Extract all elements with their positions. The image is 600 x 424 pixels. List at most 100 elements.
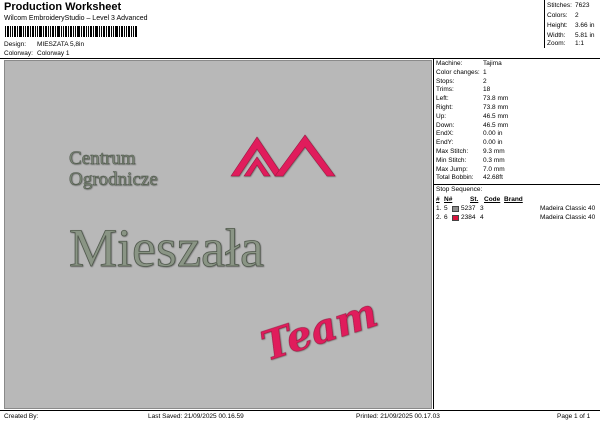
machine-info-value: 73.8 mm (483, 104, 509, 111)
page-number: Page 1 of 1 (557, 413, 591, 420)
seq-row-st: 5237 (461, 205, 476, 212)
machine-info-value: 9.3 mm (483, 148, 505, 155)
colorway-label: Colorway: (4, 50, 33, 57)
machine-info-row: Max Jump: 7.0 mm (436, 166, 596, 175)
machine-info-row: Machine: Tajima (436, 60, 596, 69)
machine-info-value: 7.0 mm (483, 165, 505, 173)
machine-info-label: Max Stitch: (436, 148, 469, 155)
summary-colors: Colors: 2 (547, 12, 599, 21)
machine-info-value: 1 (483, 68, 487, 76)
machine-info-value: 2 (483, 77, 487, 85)
machine-info-row: Max Stitch: 9.3 mm (436, 148, 596, 157)
seq-col-code: Code (484, 196, 501, 203)
created-by: Created By: (4, 413, 39, 420)
machine-info-label: Min Stitch: (436, 156, 467, 164)
machine-info-row: Trims: 18 (436, 86, 596, 95)
machine-info-row: Up: 46.5 mm (436, 113, 596, 122)
design-value: MIESZATA 5,8in (37, 41, 85, 48)
machine-info-label: Machine: (436, 60, 463, 67)
machine-info-value: 0.3 mm (483, 156, 505, 164)
seq-row-code: 4 (480, 214, 484, 221)
stop-sequence-header: # N# St. Code Brand (436, 196, 596, 205)
machine-info-label: Up: (436, 112, 447, 120)
seq-row-num: 2. (436, 214, 442, 221)
machine-info-row: Right: 73.8 mm (436, 104, 596, 113)
colorway-value: Colorway 1 (37, 50, 70, 57)
machine-info-value: 42.68ft (483, 174, 503, 182)
stop-sequence-label: Stop Sequence: (436, 186, 483, 193)
mountain-logo-icon (230, 134, 336, 177)
stitches-value: 7623 (575, 2, 590, 9)
seq-row-n: 6 (444, 214, 448, 221)
machine-info-row: Color changes: 1 (436, 69, 596, 78)
machine-info-row: Min Stitch: 0.3 mm (436, 157, 596, 166)
machine-info-row: Stops: 2 (436, 78, 596, 87)
last-saved: Last Saved: 21/09/2025 00.16.59 (148, 413, 244, 420)
seq-row-brand: Madeira Classic 40 (540, 214, 596, 221)
colors-label: Colors: (547, 12, 568, 19)
machine-info-label: Right: (436, 104, 453, 111)
right-panel-divider (433, 58, 434, 409)
design-row: Design: MIESZATA 5,8in (4, 41, 204, 50)
machine-info-value: 73.8 mm (483, 95, 509, 103)
design-text-main: Mieszała (69, 218, 264, 278)
embroidery-design: Centrum Ogrodnicze Mieszała Team (69, 134, 384, 371)
machine-info-label: EndX: (436, 130, 454, 138)
machine-info-label: Down: (436, 121, 455, 129)
design-text-line2: Ogrodnicze (69, 169, 158, 190)
thread-swatch-red (452, 215, 459, 221)
seq-col-num: # (436, 196, 440, 203)
machine-info-row: Left: 73.8 mm (436, 95, 596, 104)
summary-divider (544, 0, 545, 48)
stop-sequence-title: Stop Sequence: (436, 186, 556, 195)
stop-sequence-row: 2. 6 2384 4 Madeira Classic 40 (436, 214, 596, 223)
seq-col-n: N# (444, 196, 453, 203)
machine-info-row: EndY: 0.00 in (436, 139, 596, 148)
seq-row-n: 5 (444, 205, 448, 212)
seq-row-brand: Madeira Classic 40 (540, 205, 596, 212)
seq-row-num: 1. (436, 205, 442, 212)
design-text-line1: Centrum (69, 148, 136, 169)
machine-info-label: Total Bobbin: (436, 174, 474, 182)
seq-col-brand: Brand (504, 196, 523, 203)
machine-info-label: EndY: (436, 139, 454, 147)
machine-info-value: 0.00 in (483, 130, 503, 138)
barcode (5, 26, 137, 37)
footer-divider (0, 410, 600, 411)
seq-row-st: 2384 (461, 214, 476, 221)
height-label: Height: (547, 22, 568, 29)
machine-info-label: Left: (436, 95, 449, 103)
machine-info-row: Total Bobbin: 42.68ft (436, 174, 596, 183)
width-value: 5.81 in (575, 32, 595, 39)
machine-info-label: Color changes: (436, 68, 480, 76)
machine-info-label: Stops: (436, 77, 455, 85)
machine-info-value: Tajima (483, 60, 502, 67)
machine-info-value: 0.00 in (483, 139, 503, 147)
machine-info-value: 46.5 mm (483, 112, 509, 120)
software-name: Wilcom EmbroideryStudio – Level 3 Advanc… (4, 15, 148, 22)
machine-info-row: EndX: 0.00 in (436, 130, 596, 139)
summary-zoom: Zoom: 1:1 (547, 40, 599, 49)
thread-swatch-gray (452, 206, 459, 212)
machine-info-label: Trims: (436, 86, 454, 94)
seq-row-code: 3 (480, 205, 484, 212)
machine-info-value: 18 (483, 86, 491, 94)
printed-date: Printed: 21/09/2025 00.17.03 (356, 413, 440, 420)
summary-height: Height: 3.66 in (547, 22, 599, 31)
worksheet-title: Production Worksheet (4, 1, 122, 13)
stop-sequence-row: 1. 5 5237 3 Madeira Classic 40 (436, 205, 596, 214)
machine-info-row: Down: 46.5 mm (436, 122, 596, 131)
width-label: Width: (547, 32, 566, 39)
machine-info-label: Max Jump: (436, 165, 468, 173)
height-value: 3.66 in (575, 22, 595, 29)
design-preview: Centrum Ogrodnicze Mieszała Team (4, 60, 432, 409)
design-text-script: Team (256, 289, 384, 370)
seq-col-st: St. (470, 196, 479, 203)
zoom-value: 1:1 (575, 40, 585, 47)
header-divider (0, 58, 600, 59)
colors-value: 2 (575, 12, 579, 19)
design-label: Design: (4, 41, 27, 48)
stitches-label: Stitches: (547, 2, 572, 9)
machine-info-value: 46.5 mm (483, 121, 509, 129)
zoom-label: Zoom: (547, 40, 566, 47)
